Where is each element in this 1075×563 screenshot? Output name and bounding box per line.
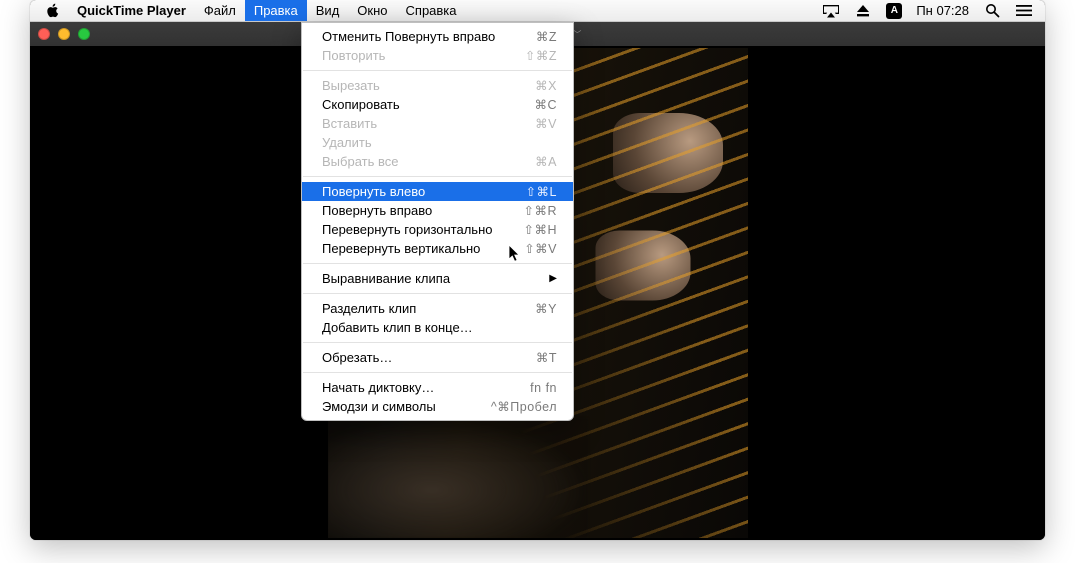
menu-item-label: Выбрать все [322,154,398,169]
menu-item[interactable]: Повернуть влево ⇧⌘L [302,182,573,201]
menu-item-label: Добавить клип в конце… [322,320,473,335]
menu-item[interactable]: Повернуть вправо ⇧⌘R [302,201,573,220]
menu-separator [303,372,572,373]
menu-item-label: Перевернуть горизонтально [322,222,492,237]
apple-menu-icon[interactable] [44,3,60,19]
menu-item-shortcut: ⇧⌘V [524,241,557,256]
menu-item[interactable]: Выравнивание клипа ▶ [302,269,573,288]
menu-item: Удалить [302,133,573,152]
menu-item: Вырезать ⌘X [302,76,573,95]
menu-окно[interactable]: Окно [348,0,396,21]
menu-item[interactable]: Отменить Повернуть вправо ⌘Z [302,27,573,46]
spotlight-icon[interactable] [983,2,1001,20]
menu-item-label: Разделить клип [322,301,416,316]
menu-item: Повторить ⇧⌘Z [302,46,573,65]
menu-item-label: Повернуть влево [322,184,425,199]
menu-item-shortcut: ⌘Y [535,301,557,316]
menu-item-label: Повернуть вправо [322,203,432,218]
menu-item-shortcut: ⌘A [535,154,557,169]
menu-item-shortcut: ⌘V [535,116,557,131]
menu-item-label: Повторить [322,48,385,63]
menubar-left: QuickTime Player ФайлПравкаВидОкноСправк… [30,0,466,21]
menu-item[interactable]: Скопировать ⌘C [302,95,573,114]
menu-item: Выбрать все ⌘A [302,152,573,171]
menu-item: Вставить ⌘V [302,114,573,133]
system-menubar: QuickTime Player ФайлПравкаВидОкноСправк… [30,0,1045,22]
menu-item-shortcut: ⇧⌘Z [525,48,557,63]
menu-item-shortcut: ⇧⌘H [523,222,557,237]
traffic-lights [38,28,90,40]
menubar-right: А Пн 07:28 [822,0,1045,21]
menu-правка[interactable]: Правка [245,0,307,21]
video-content-crowd [328,418,588,538]
menu-item[interactable]: Обрезать… ⌘T [302,348,573,367]
menu-item-label: Начать диктовку… [322,380,434,395]
menu-item[interactable]: Перевернуть вертикально ⇧⌘V [302,239,573,258]
notification-center-icon[interactable] [1015,2,1033,20]
menu-item-label: Обрезать… [322,350,392,365]
zoom-button[interactable] [78,28,90,40]
menu-item-shortcut: ⇧⌘L [526,184,557,199]
menu-файл[interactable]: Файл [195,0,245,21]
app-window: QuickTime Player ФайлПравкаВидОкноСправк… [30,0,1045,540]
menu-item-label: Выравнивание клипа [322,271,450,286]
menu-item-label: Эмодзи и символы [322,399,436,414]
menu-item[interactable]: Разделить клип ⌘Y [302,299,573,318]
chevron-down-icon[interactable]: ﹀ [573,29,581,40]
minimize-button[interactable] [58,28,70,40]
menu-item-label: Вставить [322,116,377,131]
menu-item[interactable]: Добавить клип в конце… [302,318,573,337]
menu-item-shortcut: ⌘Z [536,29,557,44]
menu-item-label: Отменить Повернуть вправо [322,29,495,44]
menu-item-shortcut: ⌘C [534,97,557,112]
submenu-arrow-icon: ▶ [549,273,557,284]
video-content-figure [595,231,690,301]
airplay-icon[interactable] [822,2,840,20]
menu-separator [303,263,572,264]
menu-item-shortcut: fn fn [530,381,557,395]
menu-item-label: Удалить [322,135,372,150]
menu-item-label: Перевернуть вертикально [322,241,480,256]
menu-item-label: Вырезать [322,78,380,93]
close-button[interactable] [38,28,50,40]
menu-item-shortcut: ⇧⌘R [523,203,557,218]
menu-вид[interactable]: Вид [307,0,349,21]
menu-справка[interactable]: Справка [397,0,466,21]
menu-item-shortcut: ^⌘Пробел [491,399,557,414]
menu-item[interactable]: Начать диктовку… fn fn [302,378,573,397]
menu-item-shortcut: ⌘X [535,78,557,93]
menubar-clock[interactable]: Пн 07:28 [916,3,969,18]
app-name[interactable]: QuickTime Player [68,0,195,21]
menubar-menus: ФайлПравкаВидОкноСправка [195,0,466,21]
edit-menu-dropdown: Отменить Повернуть вправо ⌘Z Повторить ⇧⌘Z В… [301,22,574,421]
menu-separator [303,342,572,343]
menu-item[interactable]: Перевернуть горизонтально ⇧⌘H [302,220,573,239]
eject-icon[interactable] [854,2,872,20]
menu-item[interactable]: Эмодзи и символы ^⌘Пробел [302,397,573,416]
menu-separator [303,293,572,294]
menu-separator [303,70,572,71]
input-source-indicator[interactable]: А [886,3,902,19]
menu-item-shortcut: ⌘T [536,350,557,365]
mouse-cursor-icon [509,245,523,263]
video-content-figure [613,113,723,193]
menu-separator [303,176,572,177]
menu-item-label: Скопировать [322,97,400,112]
